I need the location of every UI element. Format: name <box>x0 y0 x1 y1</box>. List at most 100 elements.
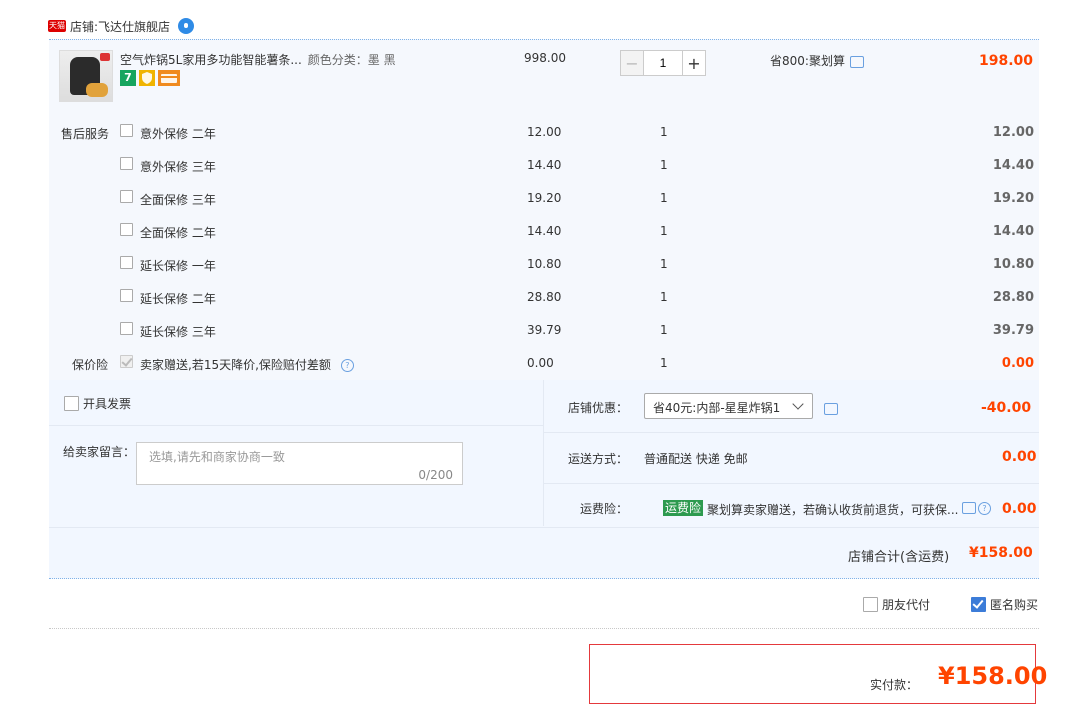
service-price: 19.20 <box>527 191 562 205</box>
service-row: 延长保修 三年 39.79 1 39.79 <box>0 320 1071 340</box>
shop-label: 店铺: <box>70 19 99 34</box>
service-qty: 1 <box>660 158 668 172</box>
service-qty: 1 <box>660 257 668 271</box>
wangwang-chat-icon[interactable] <box>178 18 195 34</box>
divider <box>49 628 1039 629</box>
seller-note-field[interactable]: 选填,请先和商家协商一致 0/200 <box>136 442 463 485</box>
coupon-info-icon[interactable] <box>824 402 838 415</box>
service-qty: 1 <box>660 290 668 304</box>
coupon-select[interactable]: 省40元:内部-星星炸锅1 <box>644 393 813 419</box>
freight-insurance-amount: 0.00 <box>1002 501 1037 517</box>
chevron-down-icon <box>792 398 804 410</box>
note-label: 给卖家留言： <box>63 445 136 459</box>
service-price: 10.80 <box>527 257 562 271</box>
anonymous-option[interactable]: 匿名购买 <box>971 596 1038 613</box>
price-protect-qty: 1 <box>660 356 668 370</box>
note-char-counter: 0/200 <box>418 468 453 482</box>
fries-image <box>86 83 108 97</box>
item-total: 198.00 <box>979 53 1034 69</box>
service-total: 14.40 <box>992 224 1034 239</box>
price-protect-total: 0.00 <box>1001 356 1034 371</box>
service-price: 12.00 <box>527 125 562 139</box>
seven-day-return-icon[interactable]: 7 <box>120 70 136 86</box>
unit-price: 998.00 <box>524 51 566 65</box>
quantity-input[interactable] <box>644 50 682 76</box>
increase-quantity-button[interactable]: + <box>682 50 706 76</box>
service-checkbox[interactable] <box>120 124 133 137</box>
service-price: 39.79 <box>527 323 562 337</box>
service-name: 延长保修 三年 <box>140 325 216 339</box>
service-total: 28.80 <box>992 290 1034 305</box>
friend-pay-option[interactable]: 朋友代付 <box>863 596 930 613</box>
price-protect-row: 卖家赠送,若15天降价,保险赔付差额? 0.00 1 0.00 <box>0 353 1071 373</box>
promo-info-icon[interactable] <box>849 55 864 68</box>
price-protect-checkbox <box>120 355 133 368</box>
service-total: 10.80 <box>992 257 1034 272</box>
service-qty: 1 <box>660 224 668 238</box>
service-name: 延长保修 二年 <box>140 292 216 306</box>
freight-info-icon[interactable] <box>962 502 976 514</box>
service-name: 意外保修 二年 <box>140 127 216 141</box>
friend-pay-label: 朋友代付 <box>882 598 931 612</box>
anonymous-label: 匿名购买 <box>990 598 1039 612</box>
service-qty: 1 <box>660 125 668 139</box>
service-checkbox[interactable] <box>120 289 133 302</box>
invoice-option[interactable]: 开具发票 <box>64 395 131 412</box>
help-icon[interactable]: ? <box>340 359 354 372</box>
divider <box>543 380 544 526</box>
service-row: 意外保修 三年 14.40 1 14.40 <box>0 155 1071 175</box>
service-name: 意外保修 三年 <box>140 160 216 174</box>
service-total: 14.40 <box>992 158 1034 173</box>
product-title-link[interactable]: 空气炸锅5L家用多功能智能薯条... <box>120 53 302 67</box>
service-checkbox[interactable] <box>120 157 133 170</box>
note-placeholder: 选填,请先和商家协商一致 <box>149 450 285 464</box>
service-row: 延长保修 一年 10.80 1 10.80 <box>0 254 1071 274</box>
service-price: 14.40 <box>527 224 562 238</box>
payment-amount: ¥158.00 <box>938 662 1048 690</box>
service-price: 28.80 <box>527 290 562 304</box>
card-payment-icon[interactable] <box>158 70 180 86</box>
help-icon[interactable]: ? <box>978 502 991 515</box>
tmall-badge: 天猫 <box>48 20 66 32</box>
service-row: 延长保修 二年 28.80 1 28.80 <box>0 287 1071 307</box>
service-checkbox[interactable] <box>120 190 133 203</box>
anonymous-checkbox[interactable] <box>971 597 986 612</box>
price-protect-text: 卖家赠送,若15天降价,保险赔付差额? <box>140 356 354 373</box>
freight-insurance-label: 运费险： <box>580 502 629 516</box>
shipping-amount: 0.00 <box>1002 449 1037 465</box>
decrease-quantity-button[interactable]: − <box>620 50 644 76</box>
coupon-label: 店铺优惠： <box>568 401 629 415</box>
service-qty: 1 <box>660 191 668 205</box>
product-sku: 颜色分类：墨 黑 <box>307 53 396 67</box>
service-price: 14.40 <box>527 158 562 172</box>
service-qty: 1 <box>660 323 668 337</box>
product-thumbnail[interactable] <box>59 50 113 102</box>
thumbnail-tag <box>100 53 110 61</box>
shop-subtotal-label: 店铺合计(含运费) <box>848 550 950 565</box>
shop-header: 天猫 店铺: 飞达仕旗舰店 <box>48 14 195 38</box>
promo-text: 省800:聚划算 <box>770 54 845 68</box>
promo-row: 省800:聚划算 <box>770 52 864 69</box>
invoice-label: 开具发票 <box>83 397 132 411</box>
shipping-method: 普通配送 快递 免邮 <box>644 452 748 466</box>
service-checkbox[interactable] <box>120 256 133 269</box>
shipping-label: 运送方式： <box>568 452 629 466</box>
divider <box>543 483 1039 484</box>
friend-pay-checkbox[interactable] <box>863 597 878 612</box>
guarantee-shield-icon[interactable] <box>139 70 155 86</box>
service-checkbox[interactable] <box>120 322 133 335</box>
shop-subtotal-value: ¥158.00 <box>969 545 1033 561</box>
shop-name-link[interactable]: 飞达仕旗舰店 <box>98 18 170 35</box>
divider <box>49 425 543 426</box>
divider <box>543 432 1039 433</box>
service-checkbox[interactable] <box>120 223 133 236</box>
service-total: 39.79 <box>992 323 1034 338</box>
coupon-selected-value: 省40元:内部-星星炸锅1 <box>653 401 781 415</box>
invoice-checkbox[interactable] <box>64 396 79 411</box>
price-protect-price: 0.00 <box>527 356 554 370</box>
divider <box>49 527 1039 528</box>
service-row: 意外保修 二年 12.00 1 12.00 <box>0 122 1071 142</box>
service-total: 12.00 <box>992 125 1034 140</box>
freight-insurance-tag: 运费险 <box>663 500 704 516</box>
service-name: 延长保修 一年 <box>140 259 216 273</box>
